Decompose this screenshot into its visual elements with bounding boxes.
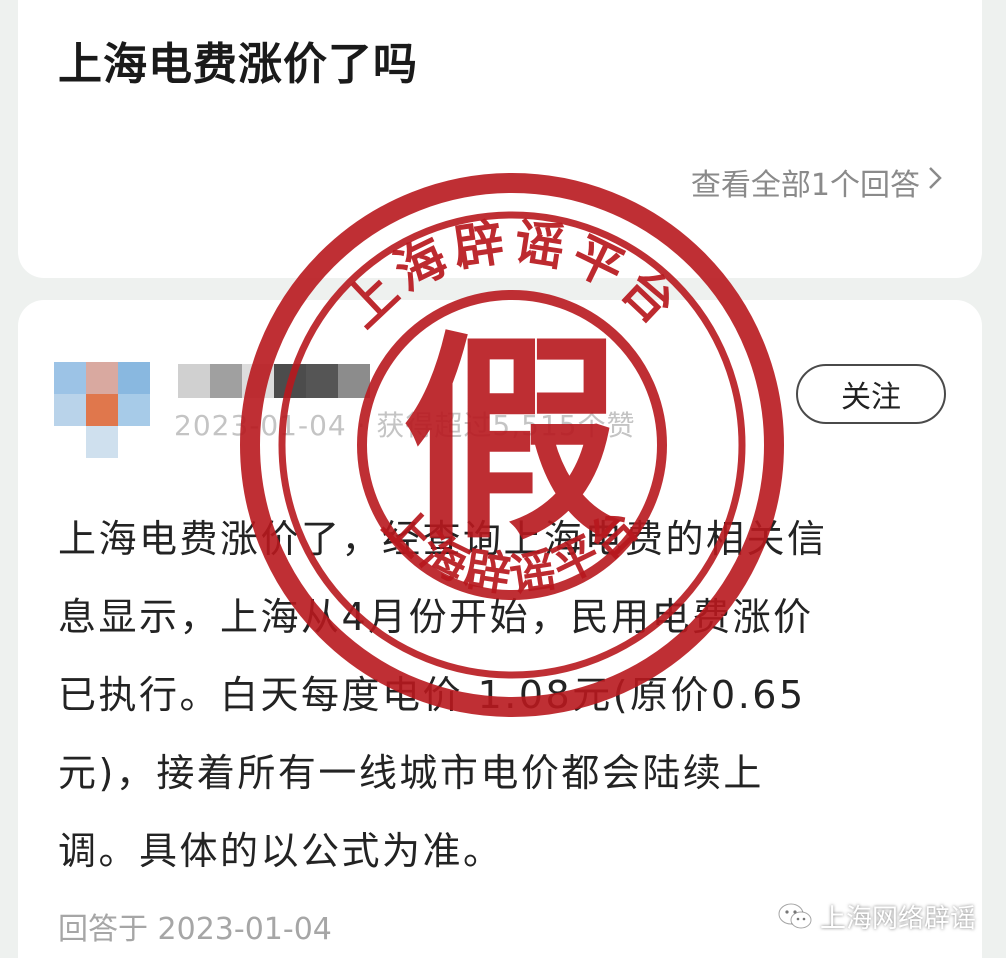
question-card: 上海电费涨价了吗 查看全部1个回答 [18, 0, 982, 278]
answer-body: 上海电费涨价了，经查询上海电费的相关信 息显示，上海从4月份开始，民用电费涨价 … [58, 500, 958, 890]
answer-line: 息显示，上海从4月份开始，民用电费涨价 [58, 595, 814, 639]
follow-button[interactable]: 关注 [796, 364, 946, 424]
answered-at: 回答于 2023-01-04 [58, 912, 332, 947]
view-all-answers-link[interactable]: 查看全部1个回答 [691, 160, 944, 204]
answer-line: 元)，接着所有一线城市电价都会陆续上 [58, 751, 764, 795]
screenshot-page: 上海电费涨价了吗 查看全部1个回答 2023-01-04 · 获得超过5,515… [0, 0, 1006, 958]
watermark-text: 上海网络辟谣 [819, 904, 976, 934]
username-blurred[interactable] [178, 364, 370, 398]
view-all-answers-label: 查看全部1个回答 [690, 168, 920, 203]
question-title: 上海电费涨价了吗 [58, 39, 418, 90]
avatar[interactable] [54, 362, 150, 458]
answer-line: 调。具体的以公式为准。 [58, 829, 504, 873]
answer-card: 2023-01-04 · 获得超过5,515个赞 关注 上海电费涨价了，经查询上… [18, 300, 982, 958]
answer-line: 上海电费涨价了，经查询上海电费的相关信 [58, 517, 828, 561]
wechat-icon [778, 903, 812, 931]
answer-meta: 2023-01-04 · 获得超过5,515个赞 [174, 409, 636, 442]
watermark: 上海网络辟谣 [778, 898, 976, 935]
chevron-right-icon [926, 164, 944, 200]
answer-line: 已执行。白天每度电价 1.08元(原价0.65 [58, 673, 806, 717]
